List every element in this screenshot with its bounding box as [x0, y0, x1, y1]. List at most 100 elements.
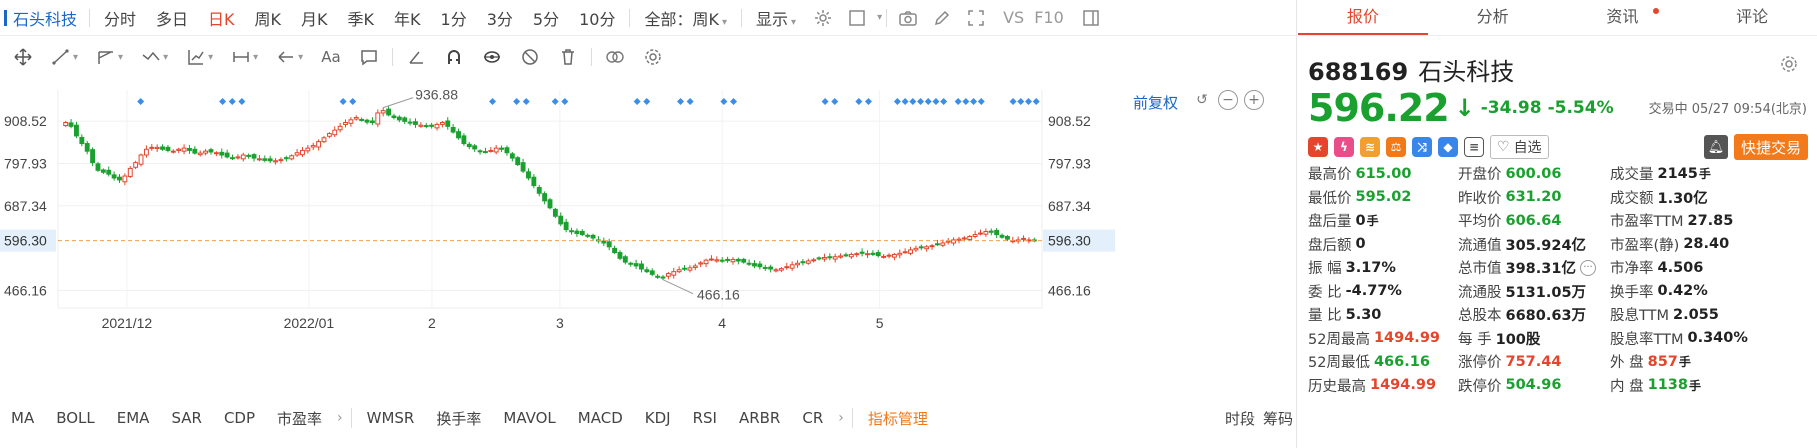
f10-button[interactable]: F10 — [1034, 8, 1074, 27]
shuffle-icon[interactable]: ⤨ — [1412, 137, 1432, 157]
tab-label: 资讯 — [1606, 7, 1639, 26]
candle-body — [230, 157, 235, 160]
zoom-in-button[interactable]: + — [1244, 90, 1264, 110]
period-tab[interactable]: 季K — [338, 6, 385, 30]
indicator-item[interactable]: MACD — [567, 409, 634, 427]
delete-tool[interactable] — [549, 47, 587, 67]
high-marker-line — [383, 97, 414, 109]
vs-button[interactable]: VS — [993, 8, 1034, 27]
period-tab[interactable]: 1分 — [431, 6, 477, 30]
tag-icon[interactable]: ◆ — [1438, 137, 1458, 157]
lightning-icon[interactable]: ϟ — [1334, 137, 1354, 157]
indicator-item[interactable]: MAVOL — [492, 409, 566, 427]
coins-icon[interactable]: ≋ — [1360, 137, 1380, 157]
draw-settings-tool[interactable] — [634, 47, 672, 67]
scale-icon[interactable]: ⚖ — [1386, 137, 1406, 157]
fib-tool[interactable]: ▾ — [177, 47, 222, 67]
candle-body — [520, 162, 526, 172]
zoom-out-button[interactable]: − — [1218, 90, 1238, 110]
fullscreen-icon[interactable] — [962, 4, 990, 32]
display-button[interactable]: 显示 ▾ — [746, 6, 806, 30]
stock-name-tab[interactable]: 石头科技 — [0, 6, 85, 30]
indicator-item[interactable]: CR — [791, 409, 834, 427]
magnet-tool[interactable] — [435, 47, 473, 67]
wave-tool[interactable]: ▾ — [132, 47, 177, 67]
indicator-item[interactable]: BOLL — [45, 409, 106, 427]
indicator-item[interactable]: SAR — [160, 409, 212, 427]
period-tab[interactable]: 3分 — [477, 6, 523, 30]
hide-tool[interactable] — [511, 47, 549, 67]
chevron-right-icon[interactable]: › — [337, 410, 343, 426]
quote-tab[interactable]: 分析 — [1428, 0, 1558, 35]
channel-tool[interactable]: ▾ — [87, 47, 132, 67]
candle-body — [542, 193, 548, 202]
indicator-item[interactable]: EMA — [106, 409, 161, 427]
event-marker — [1017, 98, 1025, 105]
square-icon[interactable] — [843, 4, 871, 32]
indicator-item[interactable]: 时段 — [1221, 408, 1259, 429]
chevron-down-icon[interactable]: ▾ — [877, 12, 882, 23]
period-tab[interactable]: 多日 — [146, 6, 198, 30]
event-marker — [1032, 98, 1040, 105]
gear-icon[interactable] — [809, 4, 837, 32]
arrow-tool[interactable]: ▾ — [267, 47, 312, 67]
bell-icon[interactable]: 🔔︎ — [1703, 135, 1728, 159]
gear-icon[interactable] — [1779, 54, 1799, 78]
quote-tab[interactable]: 资讯 — [1558, 0, 1688, 35]
candle-body — [563, 221, 569, 231]
candle-body — [423, 125, 429, 128]
active-bar — [4, 9, 7, 26]
sidebar-toggle-icon[interactable] — [1077, 4, 1105, 32]
candle-body — [827, 256, 833, 259]
chevron-right-icon[interactable]: › — [838, 410, 844, 426]
text-tool[interactable]: Aa — [312, 48, 349, 66]
reset-icon[interactable]: ↺ — [1192, 90, 1212, 110]
stock-name: 石头科技 — [13, 9, 78, 29]
eye-tool[interactable] — [473, 47, 511, 67]
indicator-item[interactable]: 市盈率 — [266, 408, 333, 429]
candle-body — [240, 154, 246, 160]
indicator-item[interactable]: RSI — [682, 409, 728, 427]
candle-body — [434, 123, 440, 129]
event-marker — [940, 98, 948, 105]
indicator-item[interactable]: WMSR — [356, 409, 426, 427]
quote-unit: 手 — [1688, 378, 1701, 393]
indicator-item[interactable]: KDJ — [634, 409, 682, 427]
adjust-mode-link[interactable]: 前复权 — [1133, 92, 1178, 113]
line-tool[interactable]: ▾ — [42, 47, 87, 67]
quote-tab[interactable]: 评论 — [1687, 0, 1817, 35]
period-tab[interactable]: 年K — [384, 6, 431, 30]
x-tick-label: 5 — [876, 315, 884, 331]
move-tool[interactable] — [4, 47, 42, 67]
more-icon[interactable]: ··· — [1579, 259, 1596, 276]
period-tab[interactable]: 5分 — [523, 6, 569, 30]
comment-tool[interactable] — [350, 47, 388, 67]
fast-trade-button[interactable]: 快捷交易 — [1733, 134, 1808, 160]
kline-chart[interactable]: 908.52 908.52 797.93 797.93 687.34 687.34 596.… — [0, 78, 1297, 398]
period-tab[interactable]: 周K — [245, 6, 292, 30]
document-icon[interactable]: ≡ — [1464, 137, 1484, 157]
tab-label: 评论 — [1736, 7, 1769, 26]
indicator-management-button[interactable]: 指标管理 — [857, 408, 939, 429]
indicator-item[interactable]: 换手率 — [425, 408, 492, 429]
ruler-tool[interactable] — [397, 47, 435, 67]
china-flag-icon[interactable]: ★ — [1308, 137, 1328, 157]
measure-tool[interactable]: ▾ — [222, 47, 267, 67]
event-marker — [522, 98, 530, 105]
candle-body — [671, 271, 677, 276]
camera-icon[interactable] — [894, 4, 922, 32]
indicator-item[interactable]: 筹码 — [1259, 408, 1297, 429]
add-watchlist-button[interactable]: ♡ 自选 — [1490, 135, 1549, 159]
candle-body — [278, 159, 284, 162]
period-tab[interactable]: 日K — [198, 6, 245, 30]
quote-tab[interactable]: 报价 — [1298, 0, 1428, 35]
period-tab[interactable]: 月K — [291, 6, 338, 30]
pencil-icon[interactable] — [928, 4, 956, 32]
compare-tool[interactable] — [596, 47, 634, 67]
period-tab[interactable]: 分时 — [94, 6, 146, 30]
range-select[interactable]: 全部：周K ▾ — [634, 6, 737, 30]
period-tab[interactable]: 10分 — [569, 6, 625, 30]
indicator-item[interactable]: CDP — [213, 409, 266, 427]
indicator-item[interactable]: MA — [0, 409, 45, 427]
indicator-item[interactable]: ARBR — [728, 409, 791, 427]
